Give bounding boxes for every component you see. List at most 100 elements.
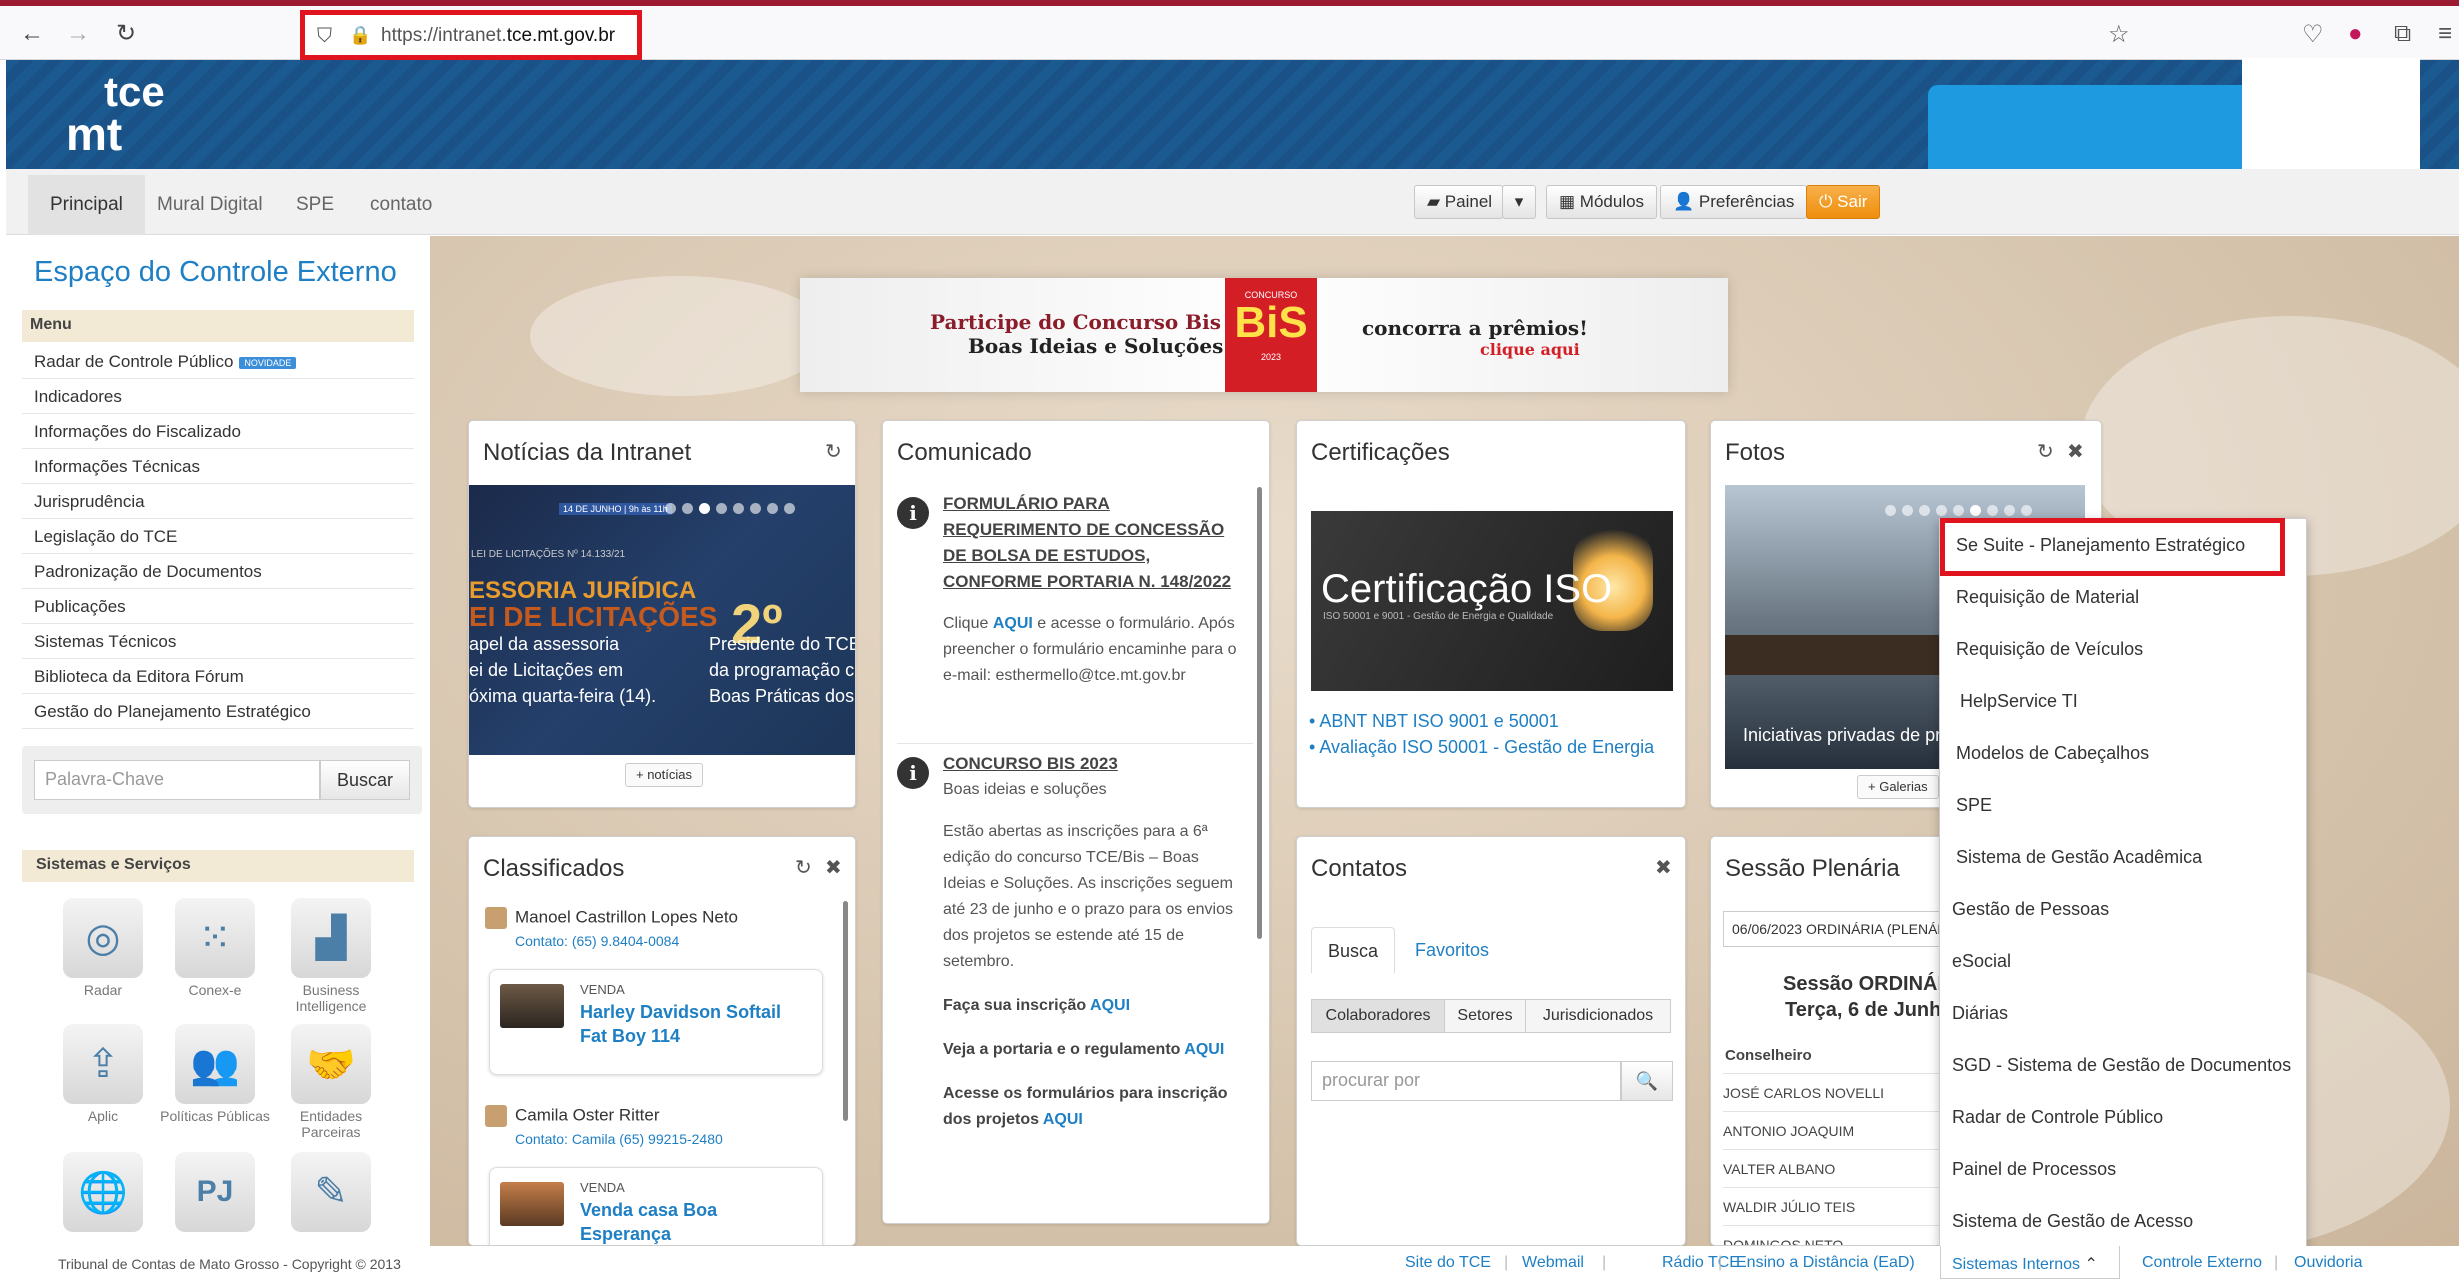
segment-setores[interactable]: Setores bbox=[1444, 999, 1526, 1033]
painel-dropdown-button[interactable]: ▾ bbox=[1502, 185, 1536, 219]
tab-favoritos[interactable]: Favoritos bbox=[1399, 927, 1505, 973]
system-pj[interactable]: PJ bbox=[160, 1152, 270, 1232]
tab-spe[interactable]: SPE bbox=[296, 175, 334, 235]
news-carousel[interactable]: 14 DE JUNHO | 9h às 11h LEI DE LICITAÇÕE… bbox=[469, 485, 855, 755]
comunicado-scrollbar[interactable] bbox=[1257, 487, 1262, 939]
tab-contato[interactable]: contato bbox=[370, 175, 432, 235]
system-globe[interactable]: 🌐 bbox=[48, 1152, 158, 1232]
sidebar-item-jurisprudencia[interactable]: Jurisprudência bbox=[22, 484, 414, 519]
footer-link-site-tce[interactable]: Site do TCE bbox=[1405, 1254, 1491, 1272]
system-radar[interactable]: ◎ Radar bbox=[48, 898, 158, 998]
dropdown-item-gestao-academica[interactable]: Sistema de Gestão Acadêmica bbox=[1940, 831, 2308, 883]
bookmark-star-icon[interactable]: ☆ bbox=[2108, 20, 2130, 49]
refresh-icon[interactable]: ↻ bbox=[795, 855, 812, 880]
carousel-dots[interactable] bbox=[1885, 505, 2032, 516]
pj-icon: PJ bbox=[175, 1152, 255, 1232]
dropdown-item-diarias[interactable]: Diárias bbox=[1940, 987, 2308, 1039]
system-politicas-publicas[interactable]: 👥 Políticas Públicas bbox=[160, 1024, 270, 1124]
sidebar-item-radar[interactable]: Radar de Controle Público NOVIDADE bbox=[22, 344, 414, 379]
extensions-puzzle-icon[interactable]: ⧉ bbox=[2394, 20, 2411, 48]
footer-link-sistemas-internos[interactable]: Sistemas Internos ⌃ bbox=[1952, 1254, 2098, 1274]
system-pen[interactable]: ✎ bbox=[276, 1152, 386, 1232]
reload-icon[interactable]: ↻ bbox=[110, 18, 142, 50]
refresh-icon[interactable]: ↻ bbox=[2037, 439, 2054, 464]
buscar-button[interactable]: Buscar bbox=[320, 760, 410, 800]
more-galleries-button[interactable]: + Galerias bbox=[1857, 775, 1939, 799]
modulos-button[interactable]: ▦ Módulos bbox=[1546, 185, 1658, 219]
aqui-portaria-link[interactable]: AQUI bbox=[1184, 1041, 1224, 1058]
sidebar-item-sistemas-tecnicos[interactable]: Sistemas Técnicos bbox=[22, 624, 414, 659]
dropdown-item-gestao-pessoas[interactable]: Gestão de Pessoas bbox=[1940, 883, 2308, 935]
pocket-icon[interactable]: ♡ bbox=[2302, 20, 2324, 49]
classificado-title-link[interactable]: Venda casa Boa Esperança bbox=[580, 1198, 810, 1245]
tab-mural-digital[interactable]: Mural Digital bbox=[157, 175, 263, 235]
sidebar-item-biblioteca[interactable]: Biblioteca da Editora Fórum bbox=[22, 659, 414, 694]
dropdown-item-sgd[interactable]: SGD - Sistema de Gestão de Documentos bbox=[1940, 1039, 2308, 1091]
forward-arrow-icon[interactable]: → bbox=[62, 18, 94, 50]
close-icon[interactable]: ✖ bbox=[825, 855, 842, 880]
concurso-bis-banner[interactable]: Participe do Concurso Bis Boas Ideias e … bbox=[800, 278, 1728, 392]
system-business-intelligence[interactable]: ▟ Business Intelligence bbox=[276, 898, 386, 1014]
dropdown-item-modelos-cabecalhos[interactable]: Modelos de Cabeçalhos bbox=[1940, 727, 2308, 779]
dropdown-item-requisicao-veiculos[interactable]: Requisição de Veículos bbox=[1940, 623, 2308, 675]
painel-button[interactable]: ▰ Painel bbox=[1414, 185, 1504, 219]
footer-link-ouvidoria[interactable]: Ouvidoria bbox=[2294, 1254, 2362, 1272]
concurso-bis-link[interactable]: CONCURSO BIS 2023 bbox=[943, 751, 1243, 777]
highlight-box bbox=[1940, 518, 2285, 576]
system-aplic[interactable]: ⇪ Aplic bbox=[48, 1024, 158, 1124]
sidebar-item-publicacoes[interactable]: Publicações bbox=[22, 589, 414, 624]
address-bar[interactable]: ⛉ 🔒 https://intranet.tce.mt.gov.br bbox=[300, 10, 642, 60]
tce-mt-logo[interactable]: tce mt bbox=[66, 71, 165, 158]
session-select[interactable]: 06/06/2023 ORDINÁRIA (PLENÁRIO) bbox=[1723, 911, 1953, 947]
aqui-formularios-link[interactable]: AQUI bbox=[1043, 1111, 1083, 1128]
extension-icon[interactable]: ● bbox=[2348, 20, 2363, 48]
aqui-formulario-link[interactable]: AQUI bbox=[993, 615, 1033, 632]
segment-colaboradores[interactable]: Colaboradores bbox=[1311, 999, 1445, 1033]
back-arrow-icon[interactable]: ← bbox=[16, 18, 48, 50]
aqui-inscricao-link[interactable]: AQUI bbox=[1090, 997, 1130, 1014]
dropdown-item-helpservice[interactable]: HelpService TI bbox=[1940, 675, 2308, 727]
refresh-icon[interactable]: ↻ bbox=[825, 439, 842, 464]
classificado-card[interactable]: VENDA Harley Davidson Softail Fat Boy 11… bbox=[489, 969, 823, 1075]
keyword-search-input[interactable]: Palavra-Chave bbox=[34, 760, 320, 800]
footer-link-controle-externo[interactable]: Controle Externo bbox=[2142, 1254, 2262, 1272]
footer-link-webmail[interactable]: Webmail bbox=[1522, 1254, 1584, 1272]
footer-link-radio-tce[interactable]: Rádio TCE bbox=[1662, 1254, 1740, 1272]
preferencias-button[interactable]: 👤 Preferências bbox=[1660, 185, 1808, 219]
contact-search-input[interactable]: procurar por bbox=[1311, 1061, 1621, 1101]
dropdown-item-radar[interactable]: Radar de Controle Público bbox=[1940, 1091, 2308, 1143]
contact-search-button[interactable]: 🔍 bbox=[1621, 1061, 1673, 1101]
tab-principal[interactable]: Principal bbox=[28, 175, 145, 235]
sidebar-item-indicadores[interactable]: Indicadores bbox=[22, 379, 414, 414]
sidebar-item-gestao-planejamento[interactable]: Gestão do Planejamento Estratégico bbox=[22, 694, 414, 729]
carousel-dots[interactable] bbox=[665, 503, 795, 514]
classificado-title-link[interactable]: Harley Davidson Softail Fat Boy 114 bbox=[580, 1000, 810, 1048]
sidebar-item-informacoes-fiscalizado[interactable]: Informações do Fiscalizado bbox=[22, 414, 414, 449]
house-thumbnail bbox=[500, 1182, 564, 1226]
system-conex-e[interactable]: ⁙ Conex-e bbox=[160, 898, 270, 998]
cert-link-iso-9001[interactable]: • ABNT NBT ISO 9001 e 50001 bbox=[1309, 711, 1559, 732]
sidebar-item-informacoes-tecnicas[interactable]: Informações Técnicas bbox=[22, 449, 414, 484]
classificado-card[interactable]: VENDA Venda casa Boa Esperança bbox=[489, 1167, 823, 1245]
segment-jurisdicionados[interactable]: Jurisdicionados bbox=[1525, 999, 1671, 1033]
system-entidades-parceiras[interactable]: 🤝 Entidades Parceiras bbox=[276, 1024, 386, 1140]
dropdown-item-painel-processos[interactable]: Painel de Processos bbox=[1940, 1143, 2308, 1195]
more-news-button[interactable]: + notícias bbox=[625, 763, 704, 787]
menu-icon[interactable]: ≡ bbox=[2438, 20, 2452, 48]
dropdown-item-requisicao-material[interactable]: Requisição de Material bbox=[1940, 571, 2308, 623]
footer-link-ead[interactable]: Ensino a Distância (EaD) bbox=[1736, 1254, 1915, 1272]
sidebar-item-legislacao[interactable]: Legislação do TCE bbox=[22, 519, 414, 554]
dropdown-item-gestao-acesso[interactable]: Sistema de Gestão de Acesso bbox=[1940, 1195, 2308, 1247]
dropdown-item-esocial[interactable]: eSocial bbox=[1940, 935, 2308, 987]
dropdown-item-spe[interactable]: SPE bbox=[1940, 779, 2308, 831]
clique-aqui-link[interactable]: clique aqui bbox=[1480, 340, 1580, 359]
certificacao-iso-image[interactable]: Certificação ISO ISO 50001 e 9001 - Gest… bbox=[1311, 511, 1673, 691]
sair-button[interactable]: ⏻ Sair bbox=[1806, 185, 1881, 219]
close-icon[interactable]: ✖ bbox=[2067, 439, 2084, 464]
sidebar-item-padronizacao[interactable]: Padronização de Documentos bbox=[22, 554, 414, 589]
cert-link-iso-50001[interactable]: • Avaliação ISO 50001 - Gestão de Energi… bbox=[1309, 737, 1654, 758]
tab-busca[interactable]: Busca bbox=[1311, 927, 1396, 973]
classificados-scrollbar[interactable] bbox=[843, 901, 848, 1121]
formulario-bolsa-link[interactable]: FORMULÁRIO PARA REQUERIMENTO DE CONCESSÃ… bbox=[943, 491, 1243, 595]
close-icon[interactable]: ✖ bbox=[1655, 855, 1672, 880]
